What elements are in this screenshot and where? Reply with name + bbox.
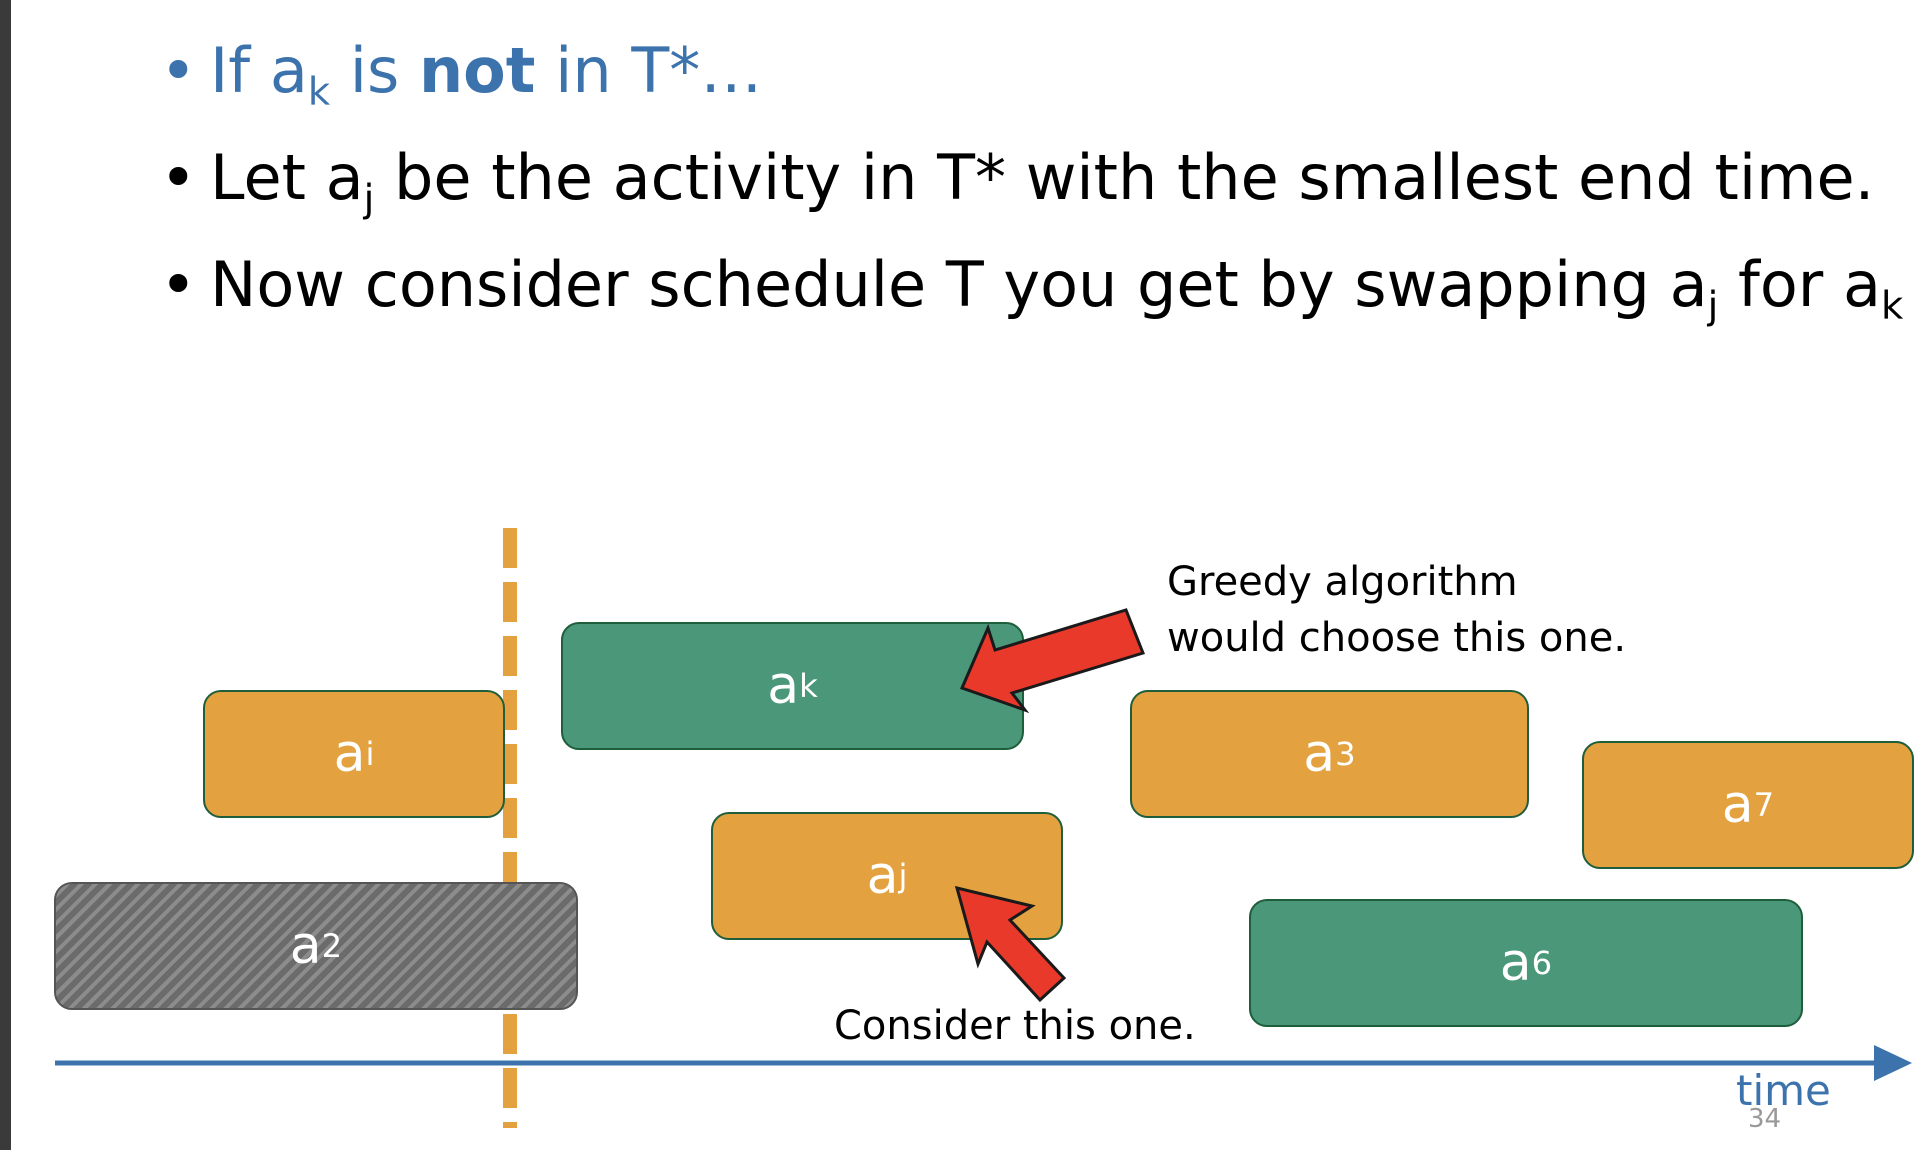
- time-axis-arrowhead: [1874, 1045, 1912, 1081]
- greedy-annotation-line1: Greedy algorithm: [1167, 559, 1518, 605]
- greedy-arrow-icon: [959, 608, 1145, 714]
- slide: • If ak is not in T*… • Let aj be the acti…: [0, 0, 1914, 1150]
- consider-arrow-icon: [954, 885, 1067, 1003]
- consider-annotation: Consider this one.: [834, 1003, 1196, 1049]
- greedy-annotation: Greedy algorithm would choose this one.: [1167, 554, 1626, 666]
- greedy-annotation-line2: would choose this one.: [1167, 615, 1627, 661]
- diagram-overlay: [55, 608, 1912, 1081]
- page-number: 34: [1748, 1104, 1782, 1134]
